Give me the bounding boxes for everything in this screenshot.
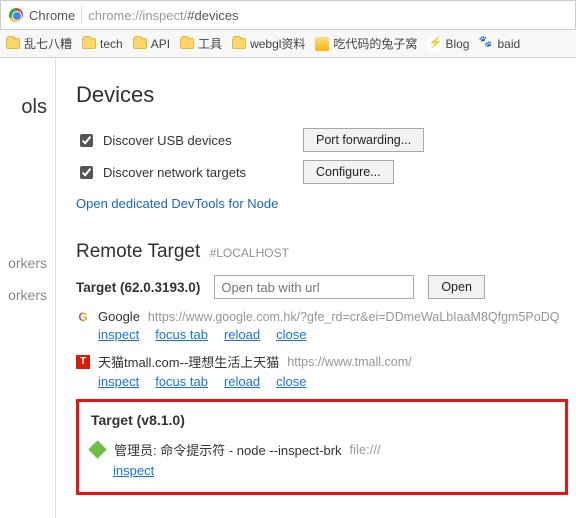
- node-target-highlight: Target (v8.1.0) 管理员: 命令提示符 - node --insp…: [76, 399, 568, 495]
- localhost-tag: #LOCALHOST: [210, 246, 289, 260]
- scheme-label: Chrome: [29, 8, 75, 23]
- bookmark-label: API: [151, 37, 170, 51]
- discover-network-label: Discover network targets: [103, 165, 303, 180]
- open-devtools-node-link[interactable]: Open dedicated DevTools for Node: [76, 196, 568, 211]
- bookmark-label: Blog: [445, 37, 469, 51]
- pika-icon: [315, 37, 329, 51]
- reload-link[interactable]: reload: [224, 327, 260, 342]
- chrome-icon: [9, 8, 23, 22]
- bookmark-label: tech: [100, 37, 123, 51]
- discover-usb-label: Discover USB devices: [103, 133, 303, 148]
- discover-network-row: Discover network targets Configure...: [76, 160, 568, 184]
- bookmark-label: baid: [497, 37, 520, 51]
- separator: [81, 6, 82, 24]
- folder-icon: [232, 38, 246, 49]
- bookmark-item[interactable]: Blog: [427, 37, 469, 51]
- paw-icon: [479, 37, 493, 51]
- node-target-title: 管理员: 命令提示符 - node --inspect-brk: [114, 440, 342, 459]
- bookmark-label: 工具: [198, 35, 222, 52]
- bookmark-item[interactable]: 乱七八糟: [6, 35, 72, 52]
- bookmark-item[interactable]: baid: [479, 37, 520, 51]
- focus-tab-link[interactable]: focus tab: [155, 327, 208, 342]
- folder-icon: [82, 38, 96, 49]
- folder-icon: [133, 38, 147, 49]
- entry-actions: inspect focus tab reload close: [98, 374, 568, 389]
- url-hash: #devices: [187, 8, 238, 23]
- node-target-entry: 管理员: 命令提示符 - node --inspect-brk file:///: [91, 440, 553, 459]
- url-display[interactable]: chrome://inspect/#devices: [88, 8, 238, 23]
- open-button[interactable]: Open: [428, 275, 485, 299]
- address-bar[interactable]: Chrome chrome://inspect/#devices: [0, 0, 576, 30]
- bookmark-label: webgl资料: [250, 35, 305, 52]
- target-chrome-label: Target (62.0.3193.0): [76, 280, 200, 295]
- bolt-icon: [427, 37, 441, 51]
- inspect-link[interactable]: inspect: [98, 374, 139, 389]
- google-icon: G: [76, 310, 90, 324]
- node-target-label: Target (v8.1.0): [91, 412, 553, 428]
- node-target-scheme: file:///: [350, 442, 381, 457]
- remote-heading-text: Remote Target: [76, 241, 200, 262]
- sidebar-title-fragment: ols: [0, 96, 55, 127]
- entry-url: https://www.tmall.com/: [287, 355, 411, 369]
- tmall-icon: T: [76, 355, 90, 369]
- entry-actions: inspect focus tab reload close: [98, 327, 568, 342]
- configure-button[interactable]: Configure...: [303, 160, 394, 184]
- sidebar-item[interactable]: orkers: [0, 279, 55, 311]
- folder-icon: [180, 38, 194, 49]
- bookmark-item[interactable]: 工具: [180, 35, 222, 52]
- main-content: Devices Discover USB devices Port forwar…: [56, 58, 576, 518]
- bookmark-label: 吃代码的兔子窝: [333, 35, 417, 52]
- port-forwarding-button[interactable]: Port forwarding...: [303, 128, 424, 152]
- target-chrome-row: Target (62.0.3193.0) Open: [76, 275, 568, 299]
- discover-usb-row: Discover USB devices Port forwarding...: [76, 128, 568, 152]
- sidebar: ols orkers orkers: [0, 58, 56, 518]
- bookmarks-bar: 乱七八糟 tech API 工具 webgl资料 吃代码的兔子窝 Blog baid: [0, 30, 576, 58]
- remote-entry: G Google https://www.google.com.hk/?gfe_rd…: [76, 309, 568, 342]
- open-tab-url-input[interactable]: [214, 275, 414, 299]
- folder-icon: [6, 38, 20, 49]
- discover-network-checkbox[interactable]: [80, 166, 93, 179]
- bookmark-item[interactable]: 吃代码的兔子窝: [315, 35, 417, 52]
- node-icon: [88, 440, 106, 458]
- discover-usb-checkbox[interactable]: [80, 134, 93, 147]
- remote-target-heading: Remote Target #LOCALHOST: [76, 241, 568, 263]
- bookmark-item[interactable]: tech: [82, 37, 123, 51]
- bookmark-label: 乱七八糟: [24, 35, 72, 52]
- close-link[interactable]: close: [276, 374, 306, 389]
- bookmark-item[interactable]: webgl资料: [232, 35, 305, 52]
- devices-heading: Devices: [76, 82, 568, 108]
- bookmark-item[interactable]: API: [133, 37, 170, 51]
- focus-tab-link[interactable]: focus tab: [155, 374, 208, 389]
- close-link[interactable]: close: [276, 327, 306, 342]
- remote-entry: T 天猫tmall.com--理想生活上天猫 https://www.tmall.c…: [76, 352, 568, 389]
- node-inspect-link[interactable]: inspect: [113, 463, 154, 478]
- inspect-link[interactable]: inspect: [98, 327, 139, 342]
- entry-title: Google: [98, 309, 140, 324]
- sidebar-item[interactable]: orkers: [0, 247, 55, 279]
- url-path: chrome://inspect/: [88, 8, 187, 23]
- entry-url: https://www.google.com.hk/?gfe_rd=cr&ei=…: [148, 310, 560, 324]
- reload-link[interactable]: reload: [224, 374, 260, 389]
- entry-title: 天猫tmall.com--理想生活上天猫: [98, 352, 279, 371]
